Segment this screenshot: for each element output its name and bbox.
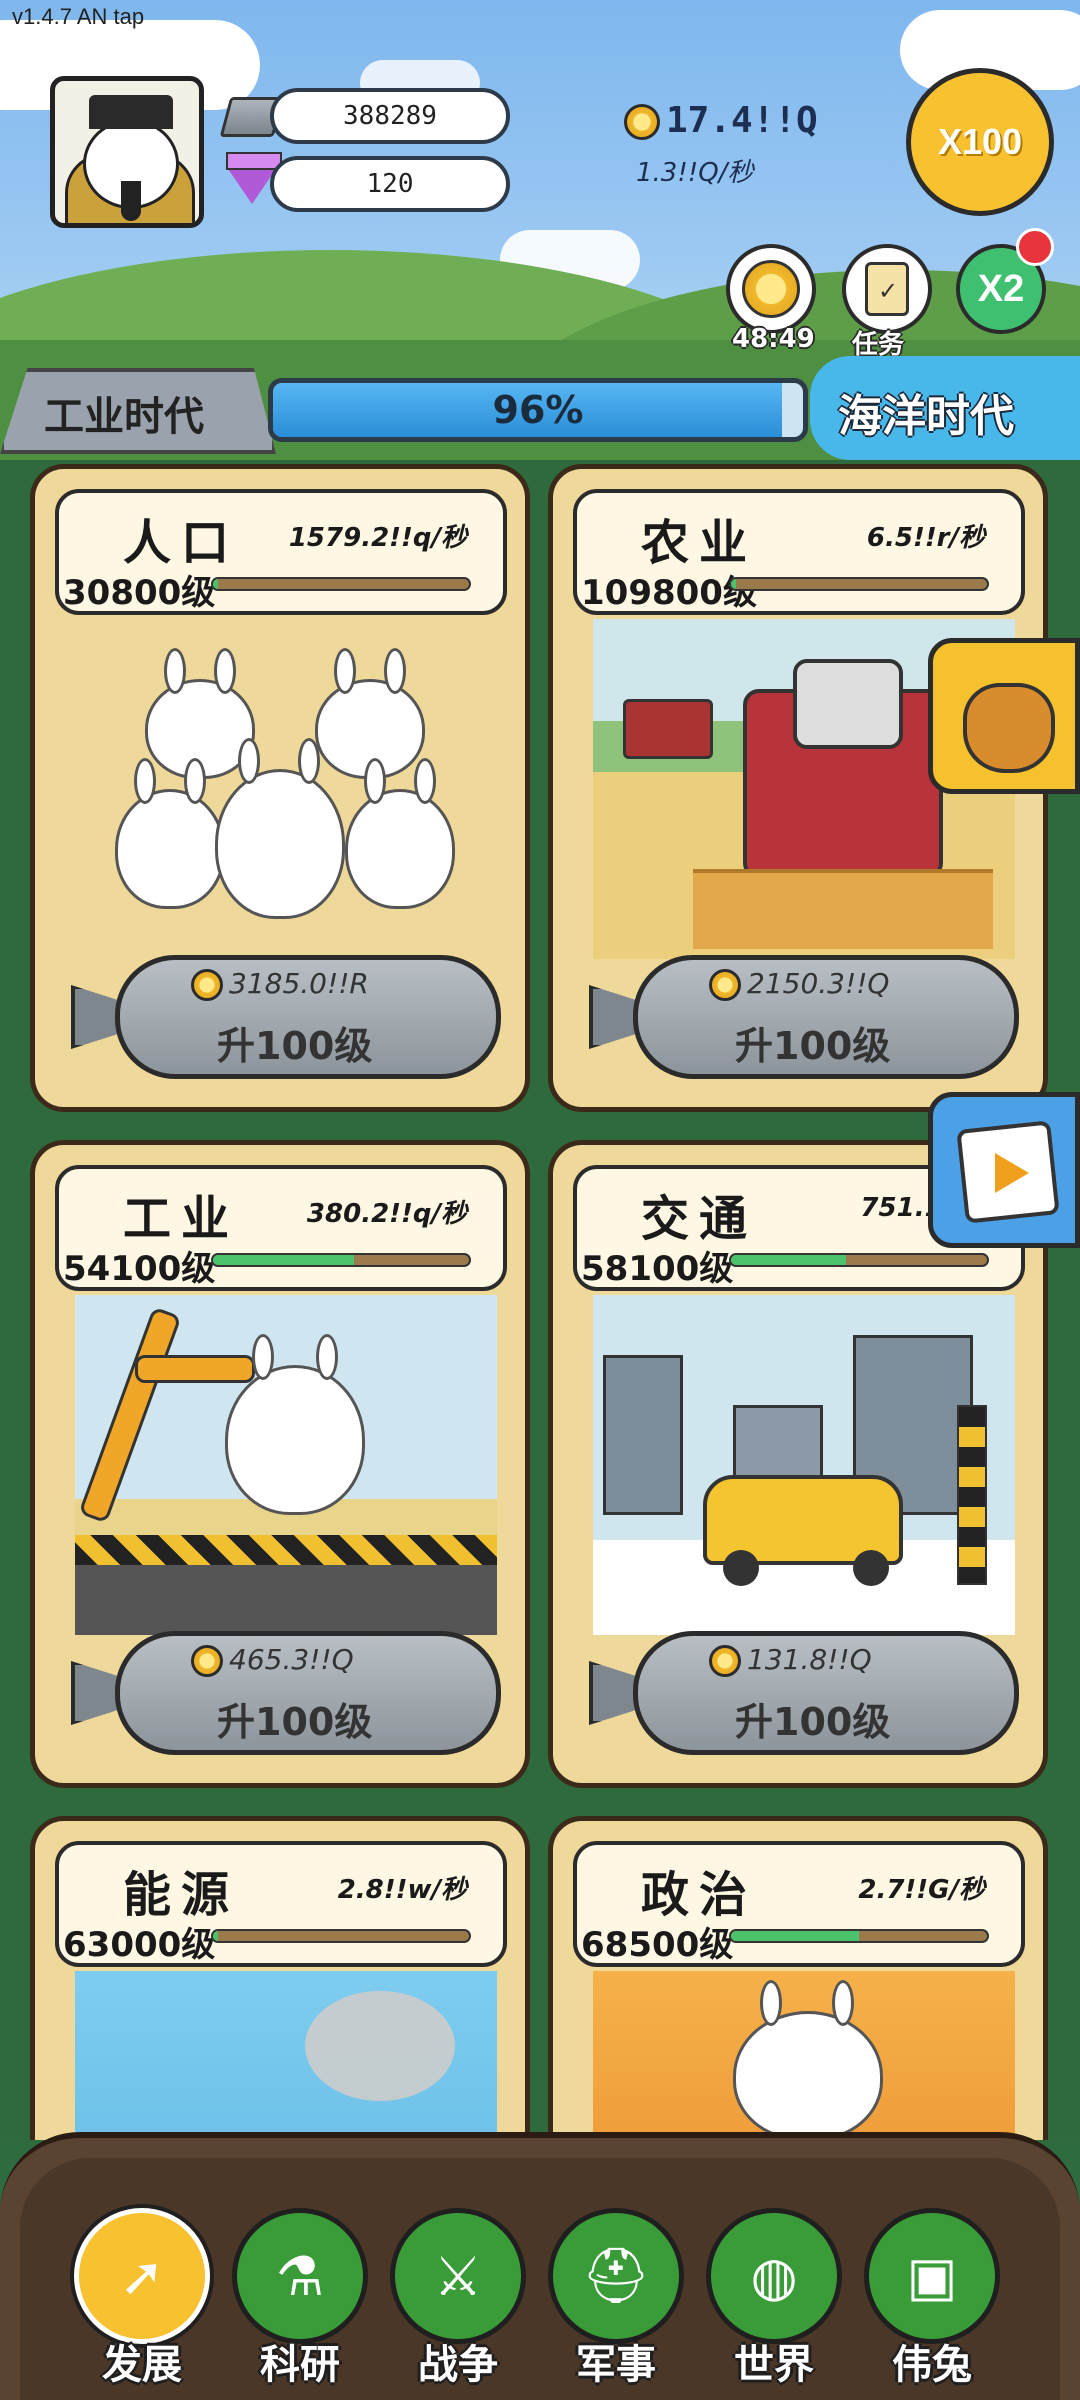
card-title: 人口 [123, 515, 240, 571]
nav-military[interactable]: ⛑ 军事 [548, 2208, 684, 2388]
watch-video-button[interactable] [928, 1092, 1080, 1248]
nav-label: 伟兔 [892, 2342, 972, 2388]
current-era-label: 工业时代 [44, 394, 204, 440]
level-progress-bar [211, 1253, 471, 1267]
card-rate: 380.2!!q/秒 [306, 1199, 467, 1229]
upgrade-cost-value: 131.8!!Q [747, 1643, 872, 1676]
gold-coin-icon [624, 104, 660, 140]
level-progress-bar [729, 577, 989, 591]
card-level: 109800级 [581, 573, 757, 613]
card-header: 工业 380.2!!q/秒 54100级 [55, 1165, 507, 1291]
level-progress-bar [211, 1929, 471, 1943]
gold-coin-icon [191, 1645, 223, 1677]
card-politics[interactable]: 政治 2.7!!G/秒 68500级 [548, 1816, 1048, 2140]
card-header: 人口 1579.2!!q/秒 30800级 [55, 489, 507, 615]
coin-bonus-button[interactable] [726, 244, 816, 334]
military-icon: ⛑ [581, 2244, 651, 2307]
gold-coin-icon [709, 1645, 741, 1677]
card-rate: 2.7!!G/秒 [858, 1875, 985, 1905]
card-title: 工业 [123, 1191, 240, 1247]
transport-scene [593, 1295, 1015, 1635]
world-icon: ◍ [750, 2244, 798, 2308]
coin-bonus-timer: 48:49 [732, 324, 815, 354]
nav-label: 发展 [102, 2342, 182, 2388]
upgrade-button[interactable]: 2150.3!!Q 升100级 [589, 955, 1023, 1083]
upgrade-button[interactable]: 465.3!!Q 升100级 [71, 1631, 505, 1759]
upgrade-cost: 2150.3!!Q [709, 967, 889, 1001]
silver-counter: 388289 [270, 88, 510, 144]
nav-label: 世界 [734, 2342, 814, 2388]
x100-button[interactable]: X100 [906, 68, 1054, 216]
card-level: 63000级 [63, 1925, 216, 1965]
nav-label: 战争 [418, 2342, 498, 2388]
gold-rate: 1.3!!Q/秒 [636, 158, 754, 188]
card-header: 能源 2.8!!w/秒 63000级 [55, 1841, 507, 1967]
card-rate: 2.8!!w/秒 [337, 1875, 467, 1905]
upgrade-cost: 131.8!!Q [709, 1643, 872, 1677]
card-level: 68500级 [581, 1925, 734, 1965]
gem-bag-icon [963, 683, 1055, 773]
upgrade-cost-value: 465.3!!Q [229, 1643, 354, 1676]
card-industry[interactable]: 工业 380.2!!q/秒 54100级 465.3!!Q 升100级 [30, 1140, 530, 1788]
card-level: 58100级 [581, 1249, 734, 1289]
version-label: v1.4.7 AN tap [12, 4, 145, 29]
upgrade-label: 升100级 [735, 1700, 891, 1744]
upgrade-label: 升100级 [217, 1700, 373, 1744]
play-icon [995, 1153, 1029, 1193]
clipboard-icon [865, 262, 909, 316]
level-progress-bar [729, 1253, 989, 1267]
upgrade-cost: 3185.0!!R [191, 967, 369, 1001]
energy-scene [75, 1971, 497, 2140]
card-energy[interactable]: 能源 2.8!!w/秒 63000级 [30, 1816, 530, 2140]
nav-label: 科研 [260, 2342, 340, 2388]
card-level: 54100级 [63, 1249, 216, 1289]
upgrade-button[interactable]: 131.8!!Q 升100级 [589, 1631, 1023, 1759]
upgrade-label: 升100级 [217, 1024, 373, 1068]
gold-coin-icon [191, 969, 223, 1001]
card-title: 交通 [641, 1191, 758, 1247]
great-rabbit-icon: ▣ [906, 2244, 958, 2308]
politics-scene [593, 1971, 1015, 2140]
industry-scene [75, 1295, 497, 1635]
nav-development[interactable]: ➚ 发展 [74, 2208, 210, 2388]
level-progress-bar [211, 577, 471, 591]
card-header: 政治 2.7!!G/秒 68500级 [573, 1841, 1025, 1967]
card-header: 农业 6.5!!r/秒 109800级 [573, 489, 1025, 615]
gold-total-value: 17.4!!Q [666, 100, 818, 141]
card-rate: 1579.2!!q/秒 [288, 523, 467, 553]
gem-counter: 120 [270, 156, 510, 212]
nav-war[interactable]: ⚔ 战争 [390, 2208, 526, 2388]
nav-world[interactable]: ◍ 世界 [706, 2208, 842, 2388]
card-rate: 6.5!!r/秒 [866, 523, 985, 553]
upgrade-button[interactable]: 3185.0!!R 升100级 [71, 955, 505, 1083]
card-title: 能源 [123, 1867, 240, 1923]
card-title: 农业 [641, 515, 758, 571]
card-title: 政治 [641, 1867, 758, 1923]
gold-coin-icon [742, 260, 800, 318]
population-scene [75, 619, 497, 959]
war-icon: ⚔ [433, 2244, 483, 2308]
nav-research[interactable]: ⚗ 科研 [232, 2208, 368, 2388]
upgrade-cost-value: 2150.3!!Q [747, 967, 890, 1000]
card-population[interactable]: 人口 1579.2!!q/秒 30800级 3185.0!!R 升100级 [30, 464, 530, 1112]
task-button[interactable] [842, 244, 932, 334]
era-progress-text: 96% [492, 388, 584, 432]
nav-label: 军事 [576, 2342, 656, 2388]
gold-coin-icon [709, 969, 741, 1001]
nav-great-rabbit[interactable]: ▣ 伟兔 [864, 2208, 1000, 2388]
upgrade-cost: 465.3!!Q [191, 1643, 354, 1677]
industry-card-grid: 人口 1579.2!!q/秒 30800级 3185.0!!R 升100级 农业… [0, 460, 1080, 2140]
next-era-label: 海洋时代 [838, 391, 1014, 442]
level-progress-bar [729, 1929, 989, 1943]
upgrade-label: 升100级 [735, 1024, 891, 1068]
research-icon: ⚗ [275, 2244, 325, 2308]
gold-total: 17.4!!Q [624, 100, 818, 141]
gem-bag-offer-button[interactable] [928, 638, 1080, 794]
development-icon: ➚ [119, 2244, 165, 2308]
upgrade-cost-value: 3185.0!!R [229, 967, 369, 1000]
card-level: 30800级 [63, 573, 216, 613]
player-avatar[interactable] [50, 76, 204, 228]
notification-dot [1016, 228, 1054, 266]
